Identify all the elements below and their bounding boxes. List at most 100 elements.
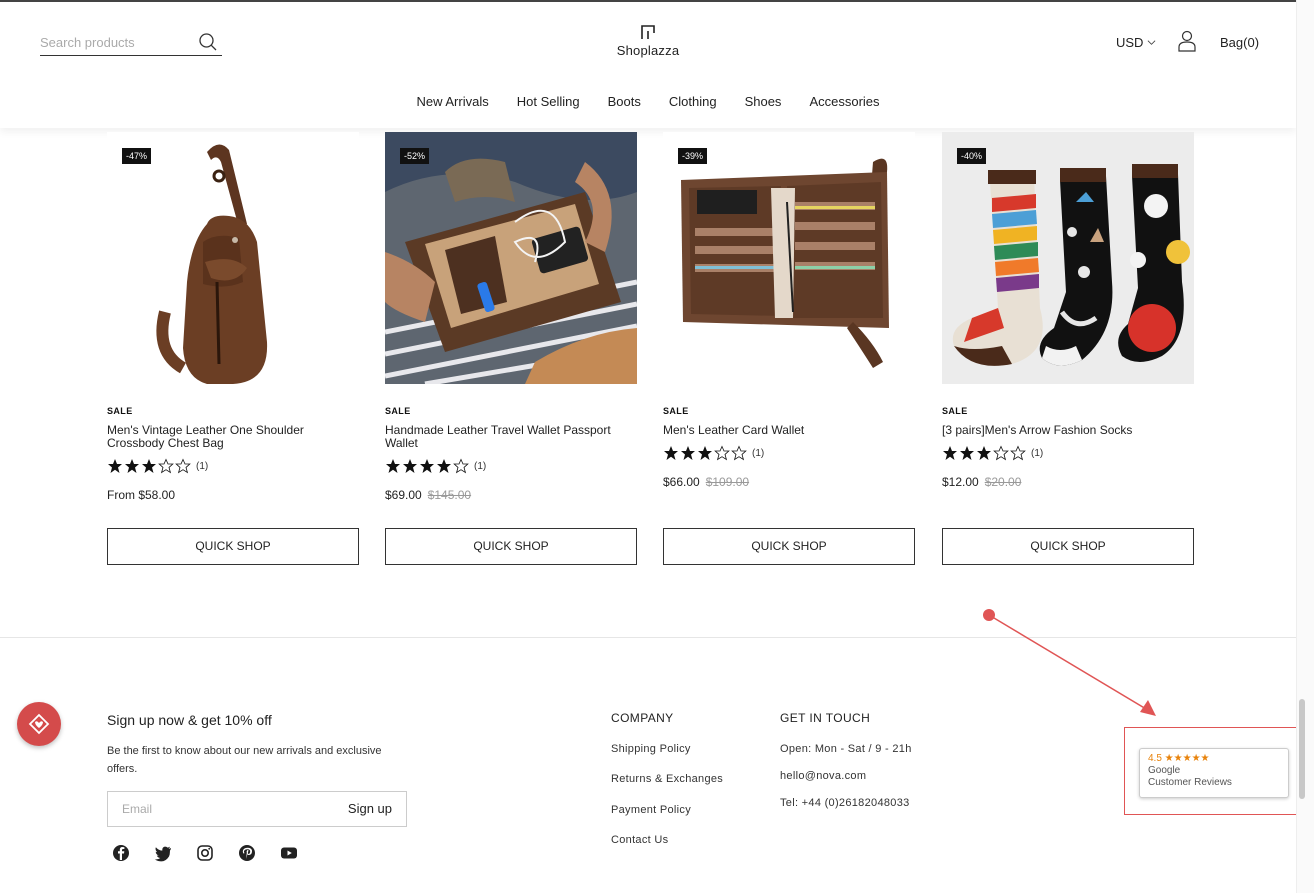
- price: $69.00 $145.00: [385, 488, 637, 502]
- card-wallet-image: [663, 132, 915, 384]
- sale-label: SALE: [942, 406, 968, 416]
- chevron-down-icon: [1148, 40, 1156, 45]
- review-count: (1): [752, 447, 765, 459]
- review-count: (1): [474, 460, 487, 472]
- nav-item-new-arrivals[interactable]: New Arrivals: [402, 94, 502, 109]
- travel-wallet-image: [385, 132, 637, 384]
- footer-link-contact-us[interactable]: Contact Us: [611, 834, 668, 846]
- bag-link[interactable]: Bag(0): [1220, 35, 1259, 50]
- product-card[interactable]: -40% SALE [3 pairs]Men's Arrow Fashion S…: [942, 132, 1194, 489]
- footer-divider: [0, 637, 1296, 638]
- footer-link-payment-policy[interactable]: Payment Policy: [611, 804, 691, 816]
- price: From $58.00: [107, 488, 359, 502]
- twitter-icon[interactable]: [153, 843, 173, 863]
- get-in-touch-heading: GET IN TOUCH: [780, 711, 871, 725]
- star-empty-icon: [175, 458, 191, 474]
- quick-shop-button[interactable]: QUICK SHOP: [107, 528, 359, 565]
- product-rating: (1): [107, 458, 359, 474]
- star-filled-icon: [108, 459, 122, 473]
- site-header: Shoplazza USD Bag(0) New Arrivals Hot Se…: [0, 0, 1296, 128]
- sale-price: $66.00: [663, 475, 700, 489]
- nav-item-clothing[interactable]: Clothing: [655, 94, 731, 109]
- star-filled-icon: [437, 459, 451, 473]
- star-filled-icon: [943, 446, 957, 460]
- review-count: (1): [196, 460, 209, 472]
- pinterest-icon[interactable]: [237, 843, 257, 863]
- quick-shop-button[interactable]: QUICK SHOP: [385, 528, 637, 565]
- reviews-rating: 4.5 ★★★★★: [1148, 753, 1210, 764]
- contact-email[interactable]: hello@nova.com: [780, 770, 866, 782]
- star-filled-icon: [698, 446, 712, 460]
- product-title[interactable]: [3 pairs]Men's Arrow Fashion Socks: [942, 424, 1194, 437]
- product-rating: (1): [663, 445, 915, 461]
- main-nav: New Arrivals Hot Selling Boots Clothing …: [0, 94, 1296, 109]
- product-image[interactable]: -52%: [385, 132, 637, 384]
- socks-image: [942, 132, 1194, 384]
- star-empty-icon: [158, 458, 174, 474]
- instagram-icon[interactable]: [195, 843, 215, 863]
- newsletter-description: Be the first to know about our new arriv…: [107, 745, 382, 775]
- social-links: [111, 843, 299, 863]
- discount-badge: -52%: [400, 148, 430, 164]
- nav-item-hot-selling[interactable]: Hot Selling: [503, 94, 594, 109]
- search-icon[interactable]: [198, 32, 218, 52]
- star-filled-icon: [403, 459, 417, 473]
- contact-phone[interactable]: Tel: +44 (0)26182048033: [780, 797, 910, 809]
- footer-link-shipping-policy[interactable]: Shipping Policy: [611, 743, 691, 755]
- star-filled-icon: [977, 446, 991, 460]
- product-rating: (1): [942, 445, 1194, 461]
- sale-price: From $58.00: [107, 488, 176, 502]
- star-filled-icon: [664, 446, 678, 460]
- footer-link-returns[interactable]: Returns & Exchanges: [611, 773, 723, 785]
- google-reviews-badge[interactable]: 4.5 ★★★★★ Google Customer Reviews: [1139, 748, 1289, 798]
- youtube-icon[interactable]: [279, 843, 299, 863]
- search-bar: [40, 30, 222, 56]
- logo[interactable]: Shoplazza: [608, 24, 688, 60]
- heart-diamond-icon: [28, 713, 50, 735]
- rewards-launcher-button[interactable]: [17, 702, 61, 746]
- review-count: (1): [1031, 447, 1044, 459]
- star-filled-icon: [386, 459, 400, 473]
- nav-item-shoes[interactable]: Shoes: [731, 94, 796, 109]
- company-heading: COMPANY: [611, 711, 674, 725]
- product-card[interactable]: -47% SALE Men's Vintage Leather One Shou…: [107, 132, 359, 502]
- nav-item-boots[interactable]: Boots: [594, 94, 655, 109]
- discount-badge: -39%: [678, 148, 708, 164]
- star-filled-icon: [125, 459, 139, 473]
- product-title[interactable]: Men's Leather Card Wallet: [663, 424, 915, 437]
- scrollbar-thumb[interactable]: [1299, 699, 1305, 799]
- currency-select[interactable]: USD: [1116, 35, 1156, 50]
- quick-shop-button[interactable]: QUICK SHOP: [942, 528, 1194, 565]
- product-title[interactable]: Men's Vintage Leather One Shoulder Cross…: [107, 424, 359, 450]
- discount-badge: -40%: [957, 148, 987, 164]
- compare-price: $145.00: [427, 488, 472, 502]
- compare-price: $109.00: [705, 475, 750, 489]
- star-empty-icon: [731, 445, 747, 461]
- email-field[interactable]: [122, 800, 302, 818]
- star-filled-icon: [681, 446, 695, 460]
- newsletter-title: Sign up now & get 10% off: [107, 712, 272, 728]
- sale-price: $12.00: [942, 475, 979, 489]
- sale-price: $69.00: [385, 488, 422, 502]
- star-empty-icon: [453, 458, 469, 474]
- product-card[interactable]: -52% SALE Handmade Leather Travel Wallet…: [385, 132, 637, 502]
- account-icon[interactable]: [1177, 30, 1197, 52]
- discount-badge: -47%: [122, 148, 152, 164]
- top-rule: [0, 0, 1296, 2]
- quick-shop-button[interactable]: QUICK SHOP: [663, 528, 915, 565]
- product-card[interactable]: -39% SALE Men's Leather Card Wallet (1) …: [663, 132, 915, 489]
- logo-mark-icon: [641, 25, 655, 39]
- compare-price: $20.00: [984, 475, 1022, 489]
- product-image[interactable]: -40%: [942, 132, 1194, 384]
- search-input[interactable]: [40, 32, 190, 52]
- product-image[interactable]: -47%: [107, 132, 359, 384]
- sale-label: SALE: [385, 406, 411, 416]
- star-empty-icon: [714, 445, 730, 461]
- product-image[interactable]: -39%: [663, 132, 915, 384]
- product-title[interactable]: Handmade Leather Travel Wallet Passport …: [385, 424, 637, 450]
- facebook-icon[interactable]: [111, 843, 131, 863]
- nav-item-accessories[interactable]: Accessories: [795, 94, 893, 109]
- logo-text: Shoplazza: [616, 43, 680, 58]
- sling-bag-image: [107, 132, 359, 384]
- signup-button[interactable]: Sign up: [348, 801, 392, 816]
